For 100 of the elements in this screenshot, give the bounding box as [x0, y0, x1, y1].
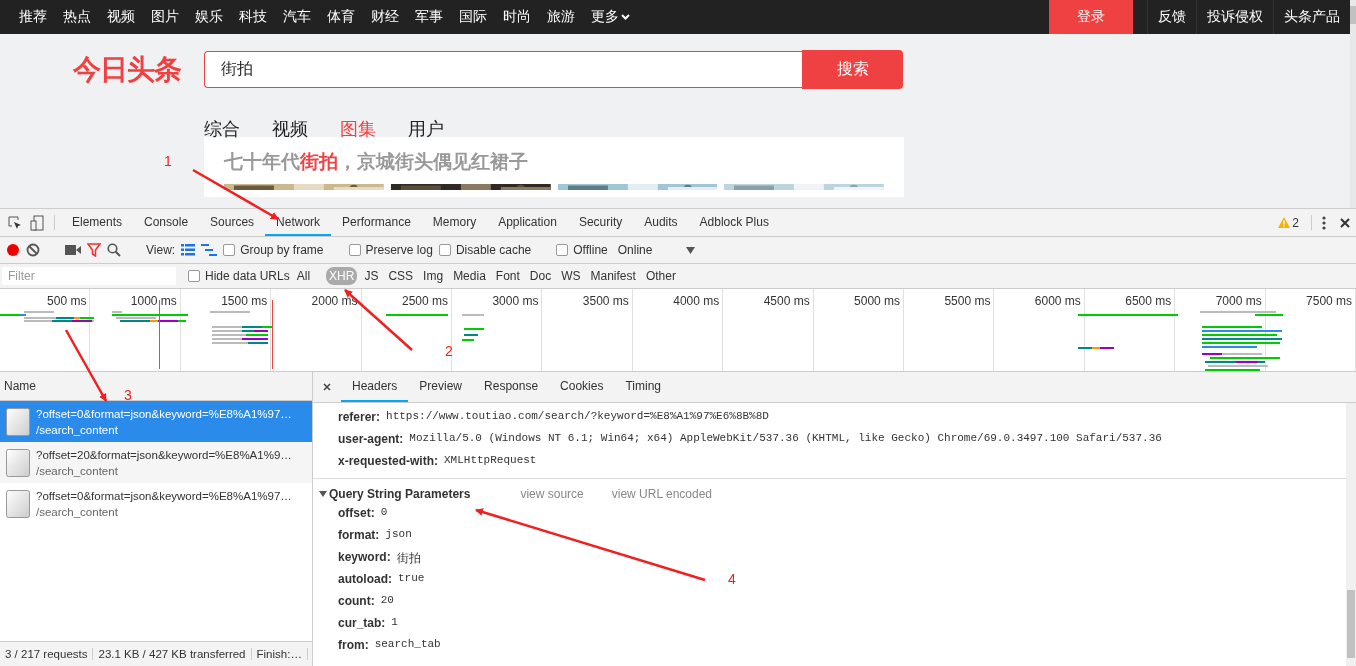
request-row[interactable]: ?offset=20&format=json&keyword=%E8%A1%9… /search_content [0, 442, 312, 483]
nav-link[interactable]: 军事 [407, 0, 451, 34]
nav-link[interactable]: 旅游 [539, 0, 583, 34]
inspect-icon[interactable] [8, 215, 22, 230]
checkbox-label: Preserve log [365, 243, 433, 257]
search-icon[interactable] [107, 243, 121, 257]
type-filter-button[interactable]: All [293, 267, 314, 285]
result-title[interactable]: 七十年代街拍，京城街头偶见红裙子 [224, 149, 884, 175]
search-field[interactable]: 街拍 [204, 51, 802, 88]
header-name: referer: [338, 410, 381, 426]
nav-link[interactable]: 视频 [99, 0, 143, 34]
close-icon[interactable] [1340, 217, 1350, 228]
scrollbar[interactable] [1346, 403, 1356, 666]
detail-tab[interactable]: Cookies [549, 372, 615, 402]
request-row[interactable]: ?offset=0&format=json&keyword=%E8%A1%97… /search_content [0, 401, 312, 442]
login-button[interactable]: 登录 [1049, 0, 1133, 34]
nav-link[interactable]: 推荐 [0, 0, 55, 34]
list-view-icon[interactable] [181, 244, 196, 256]
close-icon[interactable] [323, 383, 331, 391]
filter-field[interactable]: Filter [2, 267, 176, 285]
waterfall-view-icon[interactable] [201, 244, 218, 256]
search-button[interactable]: 搜索 [802, 50, 903, 89]
more-menu[interactable]: 更多 [583, 0, 638, 34]
detail-tab[interactable]: Preview [408, 372, 474, 402]
request-query: ?offset=0&format=json&keyword=%E8%A1%97… [36, 407, 292, 420]
param-value: search_tab [374, 638, 441, 652]
param-name: cur_tab: [338, 616, 386, 632]
devtools-tab[interactable]: Security [567, 209, 634, 236]
checkbox-label: Hide data URLs [205, 269, 290, 283]
nav-link[interactable]: 体育 [319, 0, 363, 34]
header-value: Mozilla/5.0 (Windows NT 6.1; Win64; x64) AppleWebKit/537.36 (KHTML, like Gecko) Chrome/69.0.3497.100 Safari/537.36 [409, 432, 1162, 446]
expand-triangle-icon[interactable] [319, 490, 327, 498]
devtools-tab[interactable]: Performance [331, 209, 422, 236]
throttling-dropdown[interactable]: Online [613, 243, 700, 257]
type-filter-button[interactable]: WS [558, 267, 584, 285]
devtools-tab[interactable]: Adblock Plus [688, 209, 780, 236]
video-camera-icon[interactable] [65, 245, 81, 255]
type-filter-button[interactable]: Media [450, 267, 489, 285]
nav-link[interactable]: 热点 [55, 0, 99, 34]
checkbox-label: Offline [573, 243, 608, 257]
time-tick-label: 6000 ms [1034, 294, 1081, 308]
device-icon[interactable] [30, 214, 44, 231]
clear-icon[interactable] [26, 243, 40, 257]
time-tick-label: 5000 ms [854, 294, 901, 308]
devtools-tab[interactable]: Audits [633, 209, 689, 236]
type-filter-button[interactable]: CSS [385, 267, 417, 285]
warning-count: 2 [1292, 215, 1299, 230]
type-filter-button[interactable]: JS [361, 267, 382, 285]
nav-link[interactable]: 国际 [451, 0, 495, 34]
header-name: user-agent: [338, 432, 404, 448]
nav-link[interactable]: 汽车 [275, 0, 319, 34]
time-tick-label: 4000 ms [673, 294, 720, 308]
type-filter-button[interactable]: Font [492, 267, 523, 285]
checkbox[interactable] [438, 244, 451, 256]
time-tick-label: 7500 ms [1306, 294, 1353, 308]
result-tab[interactable]: 综合 [204, 117, 240, 141]
nav-link[interactable]: 投诉侵权 [1196, 0, 1273, 34]
record-icon[interactable] [6, 243, 20, 257]
result-tab[interactable]: 视频 [272, 117, 308, 141]
checkbox[interactable] [223, 244, 236, 256]
param-name: offset: [338, 506, 375, 522]
chevron-down-icon[interactable] [621, 14, 630, 20]
filter-icon[interactable] [87, 243, 101, 257]
nav-link[interactable]: 反馈 [1147, 0, 1196, 34]
devtools-tab[interactable]: Elements [61, 209, 134, 236]
more-options-icon[interactable] [1322, 215, 1326, 230]
checkbox[interactable] [348, 244, 361, 256]
page-scrollbar[interactable] [1350, 0, 1356, 208]
time-tick-label: 4500 ms [763, 294, 810, 308]
devtools-tab[interactable]: Application [487, 209, 568, 236]
param-value: 20 [380, 594, 394, 608]
checkbox[interactable] [188, 270, 200, 282]
devtools-tab[interactable]: Sources [199, 209, 266, 236]
result-tab[interactable]: 用户 [408, 117, 444, 141]
type-filter-button[interactable]: Other [642, 267, 679, 285]
section-title[interactable]: Query String Parameters [329, 487, 471, 501]
time-tick-label: 5500 ms [944, 294, 991, 308]
param-value: 街拍 [396, 550, 421, 566]
column-header[interactable]: Name [4, 379, 36, 393]
dropdown-arrow-icon[interactable] [686, 246, 696, 254]
file-icon [6, 407, 30, 436]
nav-link[interactable]: 图片 [143, 0, 187, 34]
nav-link[interactable]: 科技 [231, 0, 275, 34]
type-filter-button[interactable]: Manifest [587, 267, 639, 285]
nav-link[interactable]: 娱乐 [187, 0, 231, 34]
type-filter-button[interactable]: Doc [526, 267, 555, 285]
checkbox[interactable] [556, 244, 569, 256]
devtools-tab[interactable]: Console [133, 209, 200, 236]
detail-tab[interactable]: Headers [341, 372, 409, 402]
section-link[interactable]: view source [520, 487, 584, 501]
nav-link[interactable]: 财经 [363, 0, 407, 34]
nav-link[interactable]: 时尚 [495, 0, 539, 34]
detail-tab[interactable]: Response [473, 372, 550, 402]
section-link[interactable]: view URL encoded [611, 487, 713, 501]
type-filter-button[interactable]: Img [420, 267, 447, 285]
request-query: ?offset=0&format=json&keyword=%E8%A1%97… [36, 489, 292, 502]
devtools-tab[interactable]: Memory [421, 209, 488, 236]
param-value: true [398, 572, 425, 586]
detail-tab[interactable]: Timing [614, 372, 672, 402]
time-tick-label: 2500 ms [402, 294, 449, 308]
